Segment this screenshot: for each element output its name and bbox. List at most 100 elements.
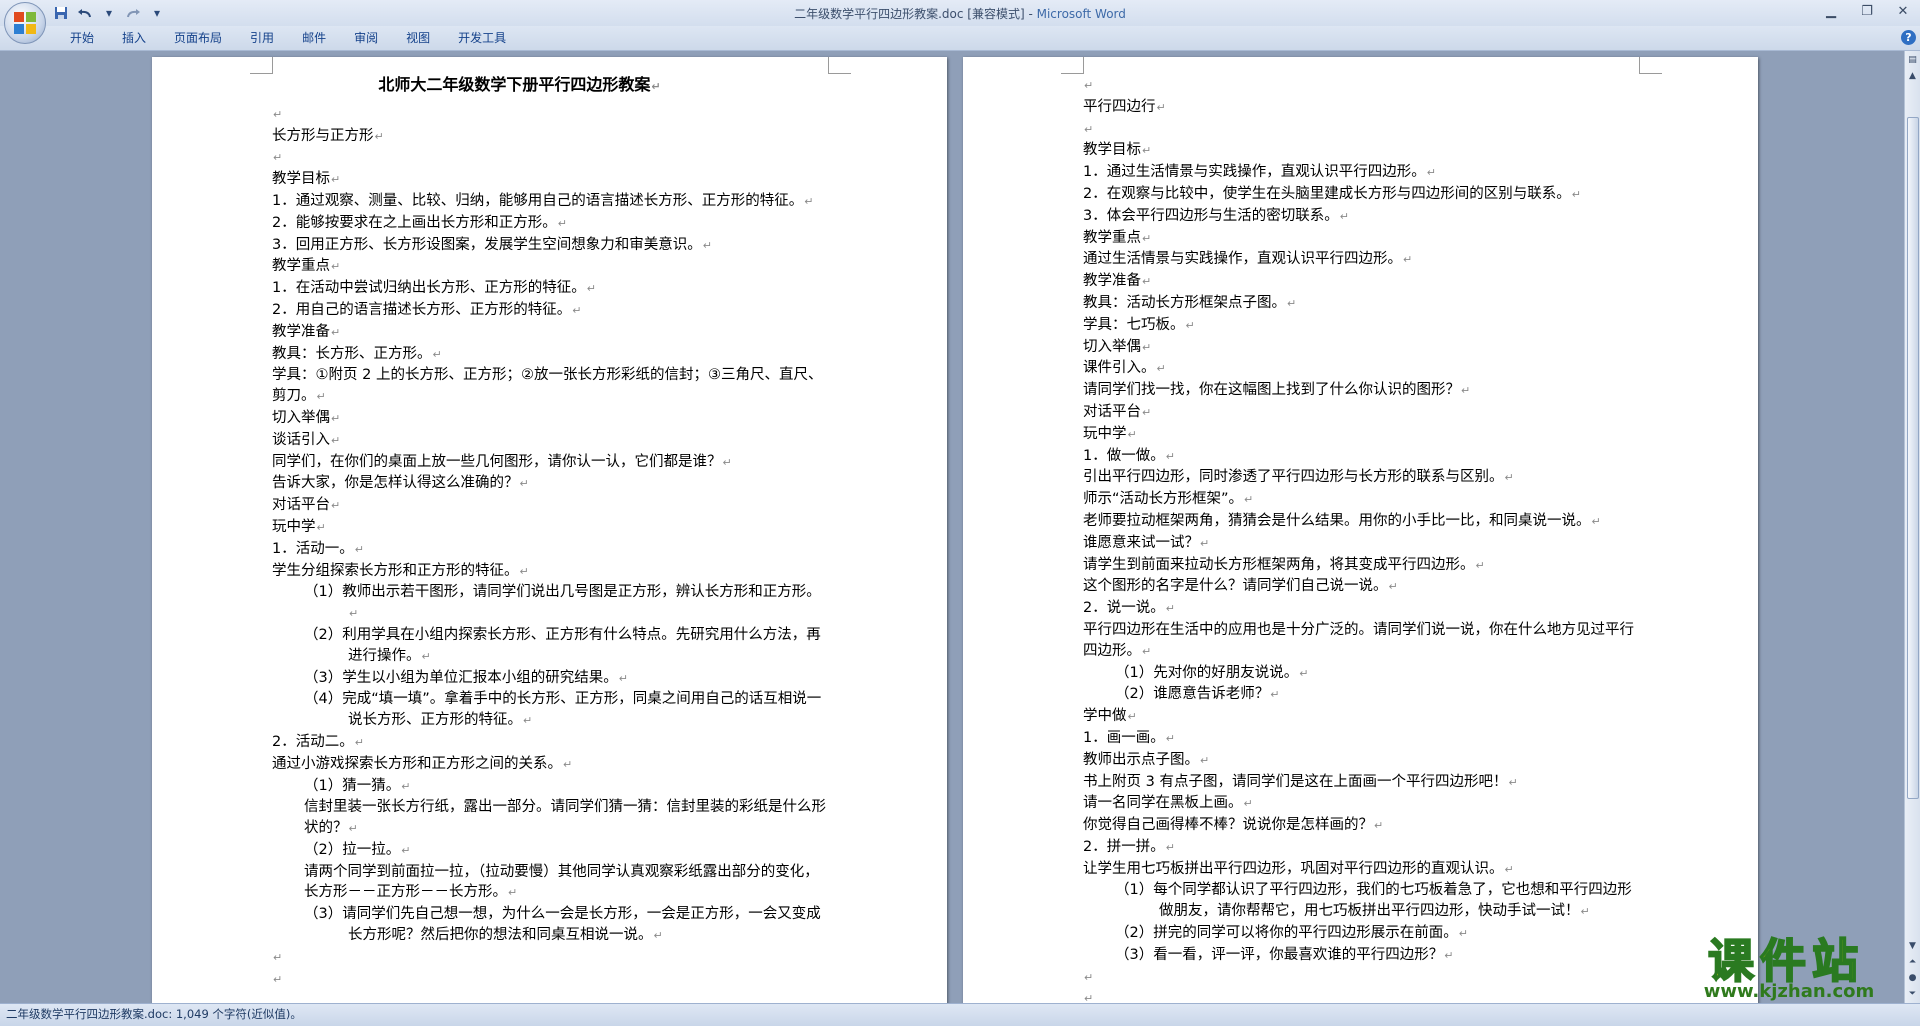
paragraph-text: 教具：长方形、正方形。 — [272, 345, 432, 362]
paragraph-text: （2）利用学具在小组内探索长方形、正方形有什么特点。先研究用什么方法，再进行操作… — [304, 626, 821, 664]
paragraph-mark: ↵ — [354, 542, 364, 556]
paragraph: （2）利用学具在小组内探索长方形、正方形有什么特点。先研究用什么方法，再进行操作… — [272, 625, 827, 668]
paragraph: 学具：七巧板。↵ — [1083, 315, 1638, 337]
paragraph: 请一名同学在黑板上画。↵ — [1083, 793, 1638, 815]
paragraph: 书上附页 3 有点子图，请同学们是这在上面画一个平行四边形吧！↵ — [1083, 772, 1638, 794]
paragraph: 教学准备↵ — [272, 322, 827, 344]
paragraph: 1．通过生活情景与实践操作，直观认识平行四边形。↵ — [1083, 162, 1638, 184]
paragraph-text: 书上附页 3 有点子图，请同学们是这在上面画一个平行四边形吧！ — [1083, 773, 1508, 790]
title-bar: ▾ ▾ 二年级数学平行四边形教案.doc [兼容模式] - Microsoft … — [0, 0, 1920, 44]
paragraph-mark: ↵ — [1142, 340, 1152, 354]
paragraph: 对话平台↵ — [272, 495, 827, 517]
ribbon-tab[interactable]: 开发工具 — [444, 30, 520, 46]
paragraph: 教师出示点子图。↵ — [1083, 750, 1638, 772]
ribbon-tab[interactable]: 引用 — [236, 30, 288, 46]
paragraph-text: 教学重点 — [272, 258, 330, 275]
paragraph-text: 1．做一做。 — [1083, 447, 1165, 464]
previous-page-icon[interactable]: ⏶ — [1906, 955, 1919, 969]
paragraph: 学生分组探索长方形和正方形的特征。↵ — [272, 561, 827, 583]
ribbon-tab[interactable]: 视图 — [392, 30, 444, 46]
paragraph-text: 教学目标 — [272, 171, 330, 188]
paragraph-mark: ↵ — [1156, 100, 1166, 114]
paragraph: （3）看一看，评一评，你最喜欢谁的平行四边形？↵ — [1083, 945, 1638, 967]
vertical-scrollbar[interactable]: ▤ ▲ ▼ ⏶ ● ⏷ — [1904, 51, 1920, 1003]
paragraph: 教具：长方形、正方形。↵ — [272, 344, 827, 366]
paragraph-mark: ↵ — [1591, 514, 1601, 528]
paragraph: ↵ — [272, 947, 827, 969]
ruler-toggle-icon[interactable]: ▤ — [1906, 53, 1919, 67]
paragraph: 1．在活动中尝试归纳出长方形、正方形的特征。↵ — [272, 278, 827, 300]
ribbon-tab[interactable]: 插入 — [108, 30, 160, 46]
paragraph: 1．画一画。↵ — [1083, 728, 1638, 750]
window-title: 二年级数学平行四边形教案.doc [兼容模式] - Microsoft Word — [0, 5, 1920, 22]
paragraph-mark: ↵ — [331, 411, 341, 425]
ribbon-tab[interactable]: 审阅 — [340, 30, 392, 46]
ribbon-tab[interactable]: 邮件 — [288, 30, 340, 46]
paragraph-text: 同学们，在你们的桌面上放一些几何图形，请你认一认，它们都是谁？ — [272, 453, 722, 470]
paragraph: ↵ — [1083, 967, 1638, 989]
paragraph-mark: ↵ — [722, 455, 732, 469]
paragraph-text: 教学重点 — [1083, 229, 1141, 246]
paragraph: 学具：①附页 2 上的长方形、正方形；②放一张长方形彩纸的信封；③三角尺、直尺、… — [272, 365, 827, 408]
paragraph-text: 告诉大家，你是怎样认得这么准确的？ — [272, 475, 519, 492]
minimize-icon[interactable]: ▁ — [1820, 2, 1842, 20]
paragraph-text: 北师大二年级数学下册平行四边形教案 — [378, 75, 651, 94]
scroll-thumb[interactable] — [1907, 117, 1919, 799]
paragraph: 谈话引入↵ — [272, 430, 827, 452]
paragraph-mark: ↵ — [572, 303, 582, 317]
paragraph-mark: ↵ — [331, 499, 341, 513]
page-2[interactable]: ↵ 平行四边行↵ ↵ 教学目标↵ 1．通过生活情景与实践操作，直观认识平行四边形。↵ 2．… — [963, 57, 1758, 1003]
paragraph: 请学生到前面来拉动长方形框架两角，将其变成平行四边形。↵ — [1083, 555, 1638, 577]
paragraph-mark: ↵ — [432, 347, 442, 361]
paragraph: ↵ — [1083, 119, 1638, 141]
ribbon-tab[interactable]: 页面布局 — [160, 30, 236, 46]
paragraph-text: （4）完成“填一填”。拿着手中的长方形、正方形，同桌之间用自己的话互相说一说长方… — [304, 691, 822, 729]
paragraph: 学中做↵ — [1083, 706, 1638, 728]
paragraph-mark: ↵ — [1084, 970, 1094, 984]
restore-icon[interactable]: ❐ — [1856, 2, 1878, 20]
paragraph-mark: ↵ — [1243, 797, 1253, 811]
paragraph-mark: ↵ — [331, 173, 341, 187]
paragraph-text: 1．画一画。 — [1083, 729, 1165, 746]
next-page-icon[interactable]: ⏷ — [1906, 987, 1919, 1001]
scroll-up-icon[interactable]: ▲ — [1906, 69, 1919, 83]
close-icon[interactable]: ✕ — [1892, 2, 1914, 20]
paragraph: ↵ — [272, 147, 827, 169]
paragraph: （2）谁愿意告诉老师？↵ — [1083, 684, 1638, 706]
paragraph-mark: ↵ — [331, 260, 341, 274]
paragraph: 老师要拉动框架两角，猜猜会是什么结果。用你的小手比一比，和同桌说一说。↵ — [1083, 511, 1638, 533]
paragraph-mark: ↵ — [1142, 644, 1152, 658]
paragraph-text: 玩中学 — [1083, 425, 1127, 442]
select-browse-object-icon[interactable]: ● — [1906, 971, 1919, 985]
paragraph-mark: ↵ — [519, 477, 529, 491]
paragraph-mark: ↵ — [1287, 296, 1297, 310]
paragraph: 教学准备↵ — [1083, 271, 1638, 293]
paragraph-text: 请两个同学到前面拉一拉，（拉动要慢）其他同学认真观察彩纸露出部分的变化，长方形－… — [304, 863, 819, 901]
paragraph-text: 引出平行四边形，同时渗透了平行四边形与长方形的联系与区别。 — [1083, 469, 1504, 486]
paragraph-mark: ↵ — [1475, 558, 1485, 572]
paragraph-mark: ↵ — [804, 194, 814, 208]
paragraph-mark: ↵ — [1142, 275, 1152, 289]
paragraph: 同学们，在你们的桌面上放一些几何图形，请你认一认，它们都是谁？↵ — [272, 452, 827, 474]
page-1[interactable]: 北师大二年级数学下册平行四边形教案↵ ↵ 长方形与正方形↵ ↵ 教学目标↵ 1．通过观察、… — [152, 57, 947, 1003]
paragraph-text: 这个图形的名字是什么？请同学们自己说一说。 — [1083, 578, 1388, 595]
ribbon-tab[interactable]: 开始 — [56, 30, 108, 46]
paragraph-mark: ↵ — [1084, 122, 1094, 136]
scroll-down-icon[interactable]: ▼ — [1906, 939, 1919, 953]
paragraph: 平行四边行↵ — [1083, 97, 1638, 119]
paragraph: 你觉得自己画得棒不棒？说说你是怎样画的？↵ — [1083, 815, 1638, 837]
paragraph-mark: ↵ — [586, 282, 596, 296]
paragraph: 2．用自己的语言描述长方形、正方形的特征。↵ — [272, 300, 827, 322]
office-button[interactable] — [4, 2, 46, 44]
help-icon[interactable]: ? — [1901, 30, 1916, 45]
paragraph-text: 教具：活动长方形框架点子图。 — [1083, 294, 1286, 311]
paragraph-mark: ↵ — [702, 238, 712, 252]
paragraph-mark: ↵ — [374, 129, 384, 143]
paragraph-text: 教师出示点子图。 — [1083, 751, 1199, 768]
paragraph-text: 切入举偶 — [1083, 338, 1141, 355]
paragraph-text: 师示“活动长方形框架”。 — [1083, 491, 1244, 508]
paragraph-text: 长方形与正方形 — [272, 127, 374, 144]
document-area[interactable]: 北师大二年级数学下册平行四边形教案↵ ↵ 长方形与正方形↵ ↵ 教学目标↵ 1．通过观察、… — [0, 51, 1905, 1003]
paragraph-mark: ↵ — [1244, 493, 1254, 507]
paragraph: 教学重点↵ — [1083, 228, 1638, 250]
